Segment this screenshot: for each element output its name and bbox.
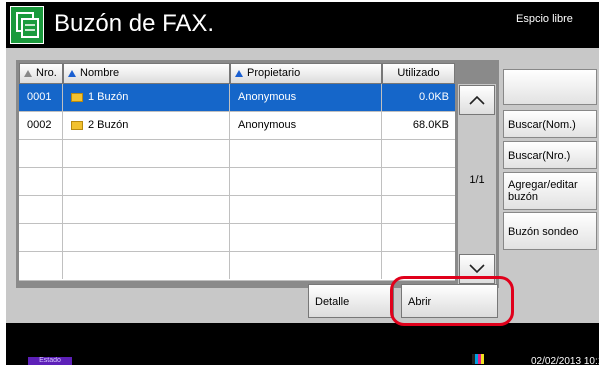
cell-used: 0.0KB (419, 91, 449, 103)
table-row[interactable]: 0001 1 Buzón Anonymous 0.0KB (19, 84, 455, 112)
polling-box-button[interactable]: Buzón sondeo (503, 212, 597, 250)
column-header-name[interactable]: Nombre (63, 63, 230, 84)
cell-owner: Anonymous (230, 112, 382, 139)
cell-owner: Anonymous (230, 84, 382, 111)
scroll-up-button[interactable] (459, 85, 495, 115)
box-list-panel: Nro. Nombre Propietario Utilizado 0001 1… (16, 60, 499, 288)
device-screen: Buzón de FAX. Espcio libre Nro. Nombre P… (6, 2, 599, 365)
empty-table-row (19, 196, 455, 224)
free-space-label: Espcio libre (516, 13, 573, 25)
chevron-up-icon (469, 95, 485, 105)
table-header: Nro. Nombre Propietario Utilizado (19, 63, 455, 84)
sort-arrow-icon (235, 69, 243, 77)
header-bar: Buzón de FAX. Espcio libre (6, 2, 599, 48)
highlight-ring (390, 276, 514, 326)
empty-table-row (19, 168, 455, 196)
table-row[interactable]: 0002 2 Buzón Anonymous 68.0KB (19, 112, 455, 140)
sort-arrow-icon (24, 69, 32, 77)
search-by-number-button[interactable]: Buscar(Nro.) (503, 141, 597, 169)
toner-level-icon (472, 354, 484, 364)
detail-button[interactable]: Detalle (308, 284, 394, 318)
status-button[interactable]: Estado (28, 357, 72, 365)
main-content: Nro. Nombre Propietario Utilizado 0001 1… (6, 48, 599, 326)
folder-icon (71, 92, 83, 102)
sort-arrow-icon (68, 69, 76, 77)
cell-name: 2 Buzón (63, 112, 230, 139)
page-indicator: 1/1 (469, 174, 485, 186)
chevron-down-icon (469, 264, 485, 274)
datetime: 02/02/2013 10:1 (531, 356, 599, 365)
column-header-owner[interactable]: Propietario (230, 63, 382, 84)
scrollbar: 1/1 (458, 84, 496, 285)
page-title: Buzón de FAX. (54, 10, 215, 37)
cell-number: 0001 (19, 84, 63, 111)
empty-table-row (19, 140, 455, 168)
search-by-name-button[interactable]: Buscar(Nom.) (503, 110, 597, 138)
empty-table-row (19, 252, 455, 281)
empty-table-row (19, 224, 455, 252)
status-bar: Estado 02/02/2013 10:1 (6, 341, 599, 365)
folder-icon (71, 120, 83, 130)
cell-used: 68.0KB (412, 119, 449, 131)
search-input-box[interactable] (503, 69, 597, 105)
cell-name: 1 Buzón (63, 84, 230, 111)
cell-number: 0002 (19, 112, 63, 139)
fax-box-icon (10, 6, 44, 44)
column-header-number[interactable]: Nro. (19, 63, 63, 84)
column-header-used[interactable]: Utilizado (382, 63, 455, 84)
add-edit-box-button[interactable]: Agregar/editar buzón (503, 172, 597, 210)
